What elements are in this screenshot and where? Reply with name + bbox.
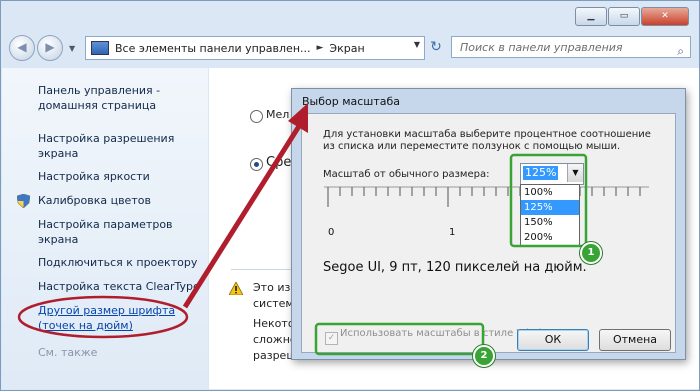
back-button[interactable]: ◀	[9, 35, 35, 61]
scale-label: Масштаб от обычного размера:	[323, 169, 490, 180]
sidebar-item-color-calibration[interactable]: Калибровка цветов	[38, 193, 208, 208]
divider	[231, 269, 291, 270]
ok-button[interactable]: ОК	[517, 329, 589, 351]
warning-icon	[229, 282, 243, 295]
scale-dropdown-list: 100% 125% 150% 200%	[520, 184, 580, 246]
close-button[interactable]: ✕	[641, 7, 689, 26]
refresh-icon[interactable]: ↻	[426, 38, 446, 56]
ruler-label-0: 0	[328, 227, 335, 238]
font-sample-text: Segoe UI, 9 пт, 120 пикселей на дюйм.	[323, 260, 587, 275]
scale-option-selected[interactable]: 125%	[521, 200, 579, 215]
step-badge-2: 2	[473, 345, 495, 367]
shield-icon	[17, 194, 30, 208]
maximize-button[interactable]: ▭	[608, 7, 640, 26]
see-also-heading: См. также	[38, 346, 98, 359]
warning-text-line: Некото	[253, 317, 295, 330]
dpi-scale-dialog: Выбор масштаба Для установки масштаба вы…	[291, 88, 686, 360]
radio-small[interactable]	[250, 110, 263, 123]
warning-text-line: разреш	[253, 349, 297, 362]
sidebar-item-projector[interactable]: Подключиться к проектору	[38, 255, 208, 270]
instruction-line: из списка или переместите ползунок с пом…	[323, 141, 621, 152]
window-controls: ▁ ▭ ✕	[575, 7, 689, 26]
scale-option[interactable]: 100%	[521, 185, 579, 200]
scale-option[interactable]: 150%	[521, 215, 579, 230]
sidebar-item-home[interactable]: Панель управления - домашняя страница	[38, 83, 208, 113]
sidebar-item-display-settings[interactable]: Настройка параметров экрана	[38, 217, 208, 247]
search-placeholder: Поиск в панели управления	[460, 41, 623, 54]
sidebar-item-custom-dpi[interactable]: Другой размер шрифта (точек на дюйм)	[38, 303, 208, 333]
dialog-title: Выбор масштаба	[302, 95, 401, 108]
search-icon[interactable]: ⌕	[677, 40, 684, 62]
breadcrumb-all-items[interactable]: Все элементы панели управлен...	[115, 42, 311, 55]
address-bar[interactable]: Все элементы панели управлен... ► Экран …	[85, 36, 425, 60]
sidebar-item-cleartype[interactable]: Настройка текста ClearType	[38, 279, 208, 294]
search-input[interactable]: Поиск в панели управления ⌕	[451, 36, 691, 58]
step-badge-1: 1	[580, 242, 602, 264]
control-panel-icon	[91, 41, 109, 55]
scale-combobox-value[interactable]: 125%	[521, 165, 560, 181]
radio-small-label: Мел	[266, 108, 290, 121]
breadcrumb-separator-icon[interactable]: ►	[317, 43, 324, 53]
forward-button[interactable]: ▶	[37, 35, 63, 61]
radio-medium[interactable]	[250, 158, 263, 171]
dpi-ruler[interactable]	[324, 186, 649, 208]
scale-option[interactable]: 200%	[521, 230, 579, 245]
ruler-label-1: 1	[449, 227, 456, 238]
cancel-button[interactable]: Отмена	[599, 329, 671, 351]
sidebar: Панель управления - домашняя страница На…	[2, 68, 208, 389]
scale-combobox[interactable]: 125% ▼	[520, 163, 584, 185]
breadcrumb-screen[interactable]: Экран	[329, 42, 364, 55]
minimize-button[interactable]: ▁	[575, 7, 607, 26]
history-dropdown-icon[interactable]: ▼	[69, 44, 75, 53]
instruction-line: Для установки масштаба выберите процентн…	[323, 129, 651, 140]
chevron-down-icon[interactable]: ▼	[567, 164, 583, 182]
dialog-body: Для установки масштаба выберите процентн…	[301, 113, 676, 353]
navigation-bar: ◀ ▶ ▼ Все элементы панели управлен... ► …	[9, 34, 691, 62]
xp-scaling-checkbox[interactable]: ✓	[325, 332, 338, 345]
address-dropdown-icon[interactable]: ▼	[414, 40, 420, 49]
sidebar-item-brightness[interactable]: Настройка яркости	[38, 169, 208, 184]
sidebar-item-resolution[interactable]: Настройка разрешения экрана	[38, 131, 208, 161]
warning-text-line: систем	[253, 297, 294, 310]
